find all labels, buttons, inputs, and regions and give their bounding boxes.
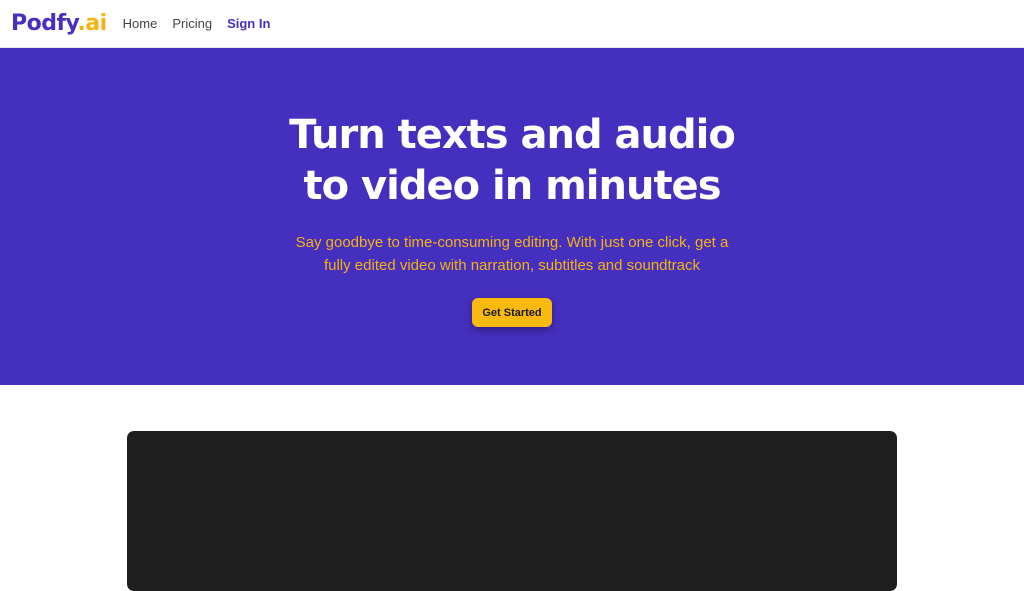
hero-title: Turn texts and audio to video in minutes <box>0 110 1024 212</box>
get-started-button[interactable]: Get Started <box>472 298 552 327</box>
brand-logo[interactable]: Podfy.ai <box>11 10 107 36</box>
hero-title-line-1: Turn texts and audio <box>289 112 736 158</box>
hero-subtitle-line-1: Say goodbye to time-consuming editing. W… <box>295 234 729 251</box>
brand-name: Podfy <box>11 10 78 36</box>
hero-subtitle: Say goodbye to time-consuming editing. W… <box>0 231 1024 277</box>
video-player-panel[interactable] <box>127 431 897 591</box>
nav-link-home[interactable]: Home <box>123 16 158 31</box>
hero-section: Turn texts and audio to video in minutes… <box>0 48 1024 385</box>
top-navbar: Podfy.ai Home Pricing Sign In <box>0 0 1024 48</box>
hero-subtitle-line-2: fully edited video with narration, subti… <box>323 257 701 274</box>
nav-link-sign-in[interactable]: Sign In <box>227 16 270 31</box>
brand-suffix: .ai <box>77 10 107 36</box>
hero-title-line-2: to video in minutes <box>303 163 722 209</box>
nav-link-pricing[interactable]: Pricing <box>172 16 212 31</box>
